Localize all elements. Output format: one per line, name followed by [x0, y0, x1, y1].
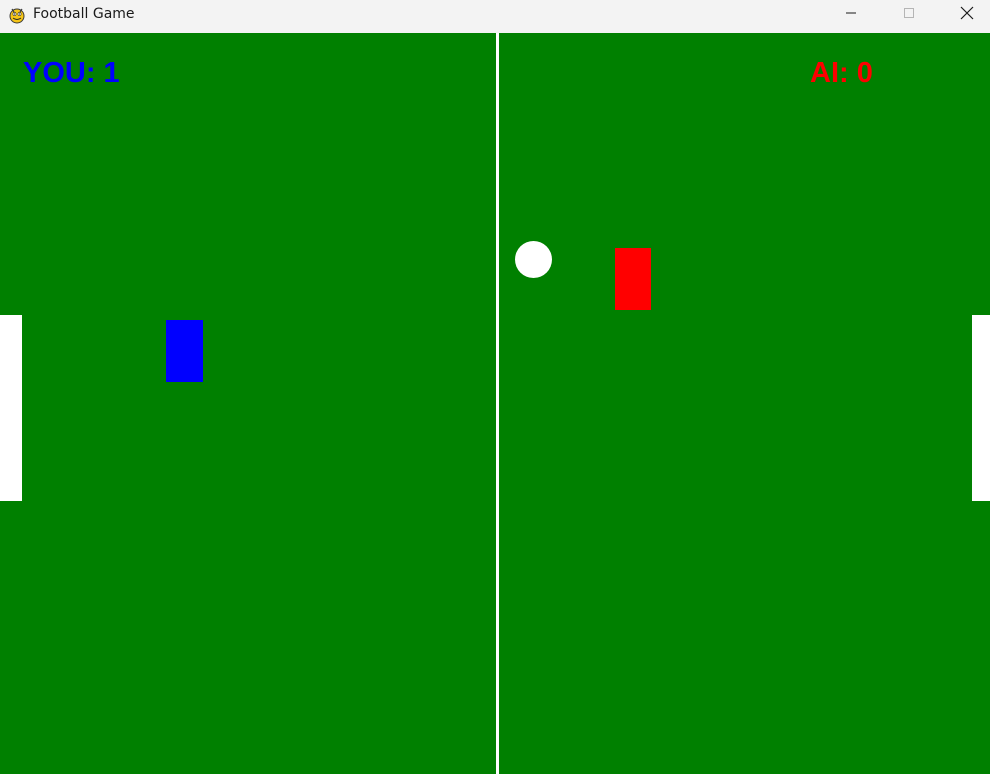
maximize-icon	[903, 6, 915, 24]
player-paddle	[166, 320, 203, 382]
close-button[interactable]	[938, 0, 990, 30]
ai-score: AI: 0	[810, 57, 873, 89]
game-window: Football Game YOU: 1 AI: 0	[0, 0, 990, 774]
ai-paddle	[615, 248, 651, 310]
left-goal	[0, 315, 22, 501]
close-icon	[960, 6, 974, 25]
minimize-button[interactable]	[822, 0, 880, 30]
minimize-icon	[845, 6, 857, 24]
player-score: YOU: 1	[23, 57, 120, 89]
title-bar[interactable]: Football Game	[0, 0, 990, 32]
maximize-button[interactable]	[880, 0, 938, 30]
right-goal	[972, 315, 990, 501]
center-line	[496, 33, 499, 774]
pygame-snake-icon	[8, 6, 26, 24]
game-field[interactable]: YOU: 1 AI: 0	[0, 33, 990, 774]
window-title: Football Game	[33, 6, 135, 22]
ball	[515, 241, 552, 278]
